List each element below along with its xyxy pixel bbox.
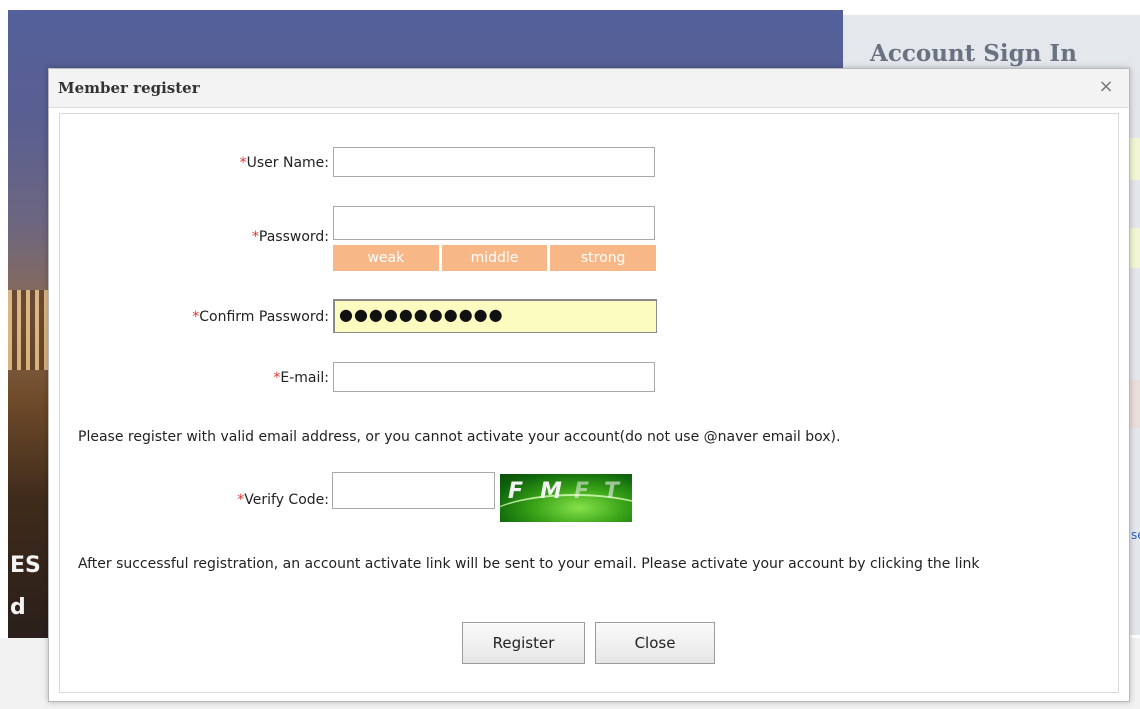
password-label: *Password:: [252, 229, 329, 245]
activation-note: After successful registration, an accoun…: [78, 556, 980, 572]
email-label-text: E-mail:: [280, 370, 329, 386]
email-label: *E-mail:: [273, 370, 329, 386]
username-input[interactable]: [333, 147, 655, 177]
required-mark: *: [251, 229, 259, 245]
strength-strong: strong: [550, 245, 657, 271]
dialog-title: Member register: [58, 79, 200, 97]
verify-code-label-text: Verify Code:: [244, 492, 329, 508]
confirm-password-label-text: Confirm Password:: [199, 309, 329, 325]
email-input[interactable]: [333, 362, 655, 392]
email-note: Please register with valid email address…: [78, 429, 841, 445]
sign-in-panel-title: Account Sign In: [870, 40, 1077, 67]
confirm-password-label: *Confirm Password:: [192, 309, 329, 325]
password-input[interactable]: [333, 206, 655, 240]
dialog-header: Member register ×: [49, 69, 1129, 108]
password-strength-meter: weak middle strong: [333, 245, 657, 271]
hero-text-line2: d: [10, 595, 26, 620]
captcha-char: F: [574, 479, 590, 504]
hero-building-lights: [8, 290, 48, 370]
captcha-char: M: [540, 479, 562, 504]
confirm-password-input[interactable]: ●●●●●●●●●●●: [333, 299, 657, 333]
dialog-body: [59, 113, 1119, 693]
close-icon[interactable]: ×: [1096, 75, 1116, 99]
close-button[interactable]: Close: [595, 622, 715, 664]
verify-code-label: *Verify Code:: [237, 492, 329, 508]
captcha-char: F: [508, 479, 524, 504]
register-button[interactable]: Register: [462, 622, 585, 664]
required-mark: *: [239, 155, 247, 171]
verify-code-input[interactable]: [332, 472, 495, 509]
username-label: *User Name:: [240, 155, 329, 171]
strength-weak: weak: [333, 245, 439, 271]
captcha-image[interactable]: F M F T: [500, 474, 632, 522]
strength-middle: middle: [441, 245, 548, 271]
captcha-char: T: [604, 479, 620, 504]
hero-text-line1: ES: [10, 553, 41, 578]
sign-in-panel-link[interactable]: se: [1131, 528, 1140, 542]
page-top-bar: [0, 0, 1140, 10]
username-label-text: User Name:: [246, 155, 329, 171]
password-label-text: Password:: [258, 229, 329, 245]
